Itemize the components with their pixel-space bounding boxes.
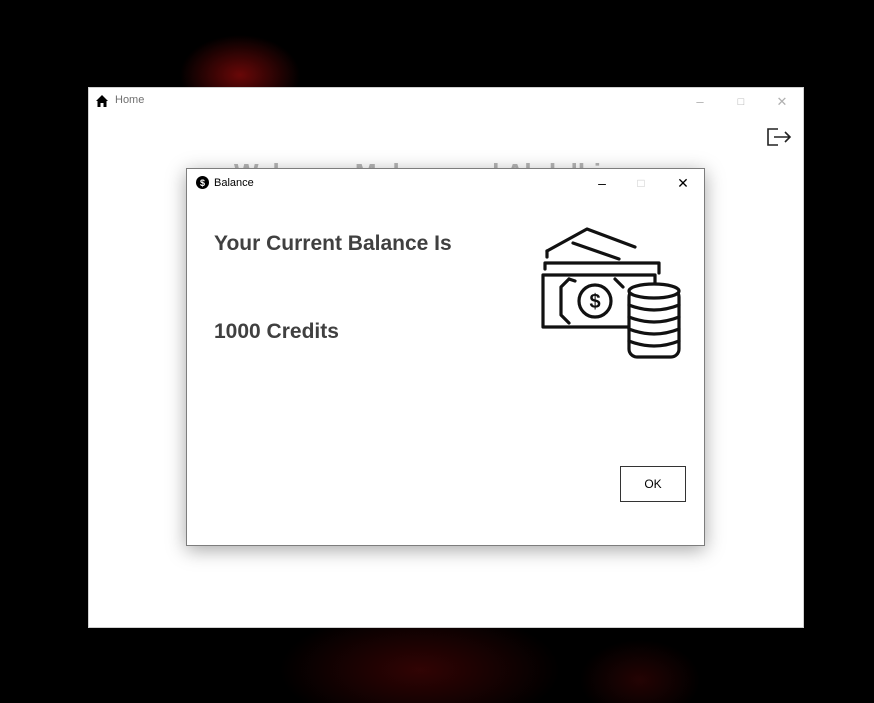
dialog-title: Balance	[214, 177, 254, 189]
logout-icon[interactable]	[765, 125, 793, 149]
svg-text:$: $	[200, 178, 205, 188]
ok-button[interactable]: OK	[620, 466, 686, 502]
home-window-title: Home	[115, 94, 145, 106]
dialog-maximize-button: □	[637, 176, 645, 190]
home-titlebar: Home – □ ✕	[89, 88, 803, 116]
svg-text:$: $	[589, 291, 600, 313]
dialog-titlebar: $ Balance – □ ✕	[187, 169, 704, 197]
dollar-coin-icon: $	[196, 176, 209, 189]
money-cash-coins-icon: $	[541, 227, 681, 359]
home-close-button[interactable]: ✕	[771, 92, 793, 112]
dialog-close-button[interactable]: ✕	[671, 172, 695, 194]
dialog-minimize-button[interactable]: –	[590, 172, 614, 194]
balance-dialog: $ Balance – □ ✕ Your Current Balance Is …	[186, 168, 705, 546]
balance-label: Your Current Balance Is	[214, 232, 452, 255]
home-minimize-button[interactable]: –	[689, 92, 711, 112]
balance-value: 1000 Credits	[214, 320, 339, 343]
home-maximize-button[interactable]: □	[730, 92, 752, 112]
home-icon	[96, 95, 108, 107]
